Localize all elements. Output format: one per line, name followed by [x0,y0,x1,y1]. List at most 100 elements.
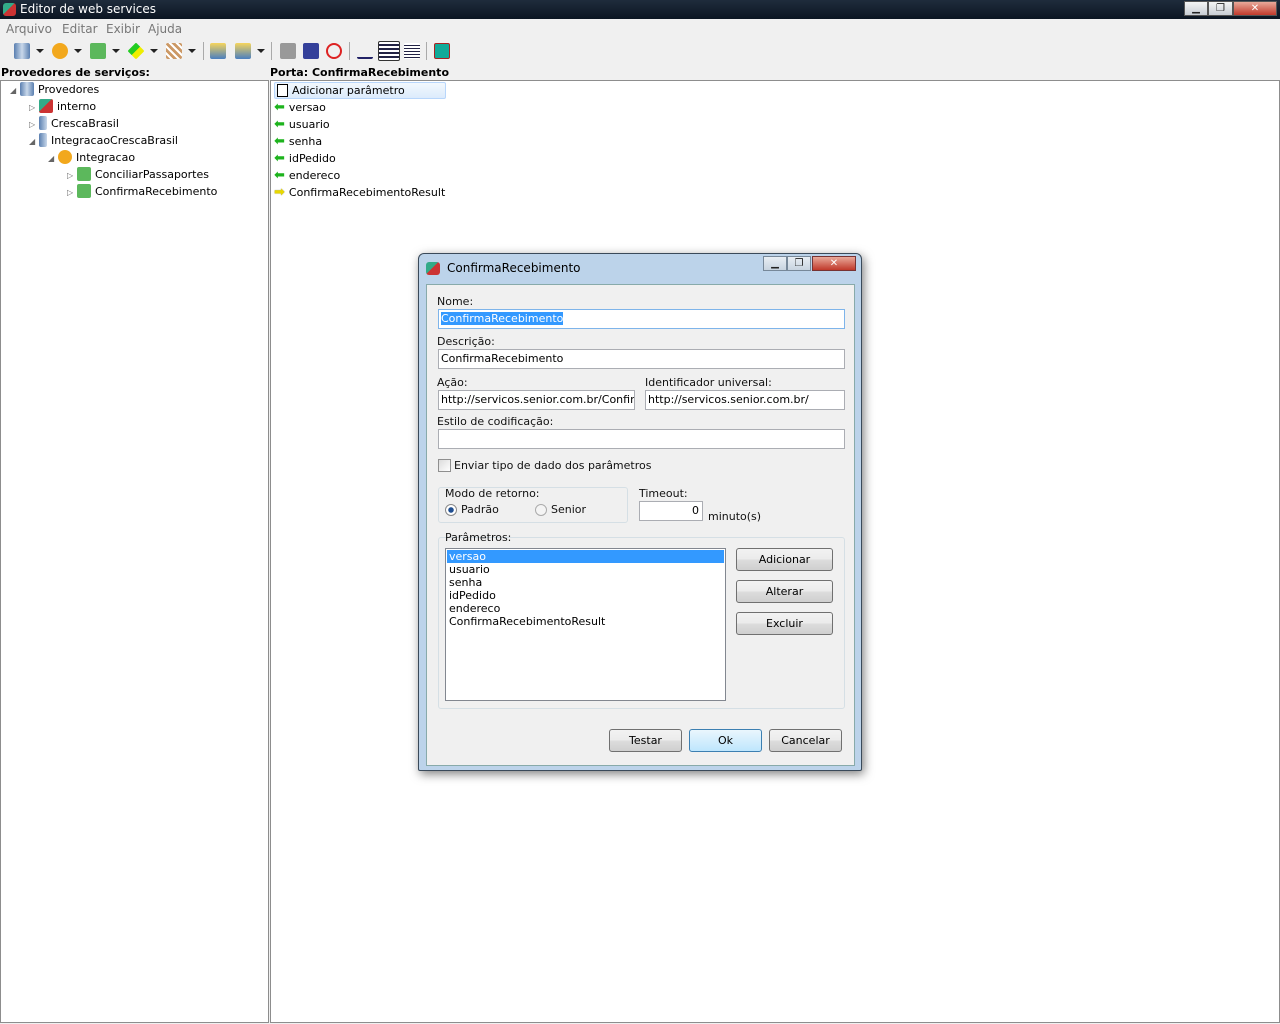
tree-item[interactable]: ◢ Provedores [1,82,268,99]
tree-label: Provedores [38,83,100,96]
testar-button[interactable]: Testar [609,729,682,752]
chevron-down-icon[interactable] [257,49,265,53]
excluir-button[interactable]: Excluir [736,612,833,635]
input-arrow-icon: ⬅ [274,100,285,115]
dialog-app-icon [426,262,440,275]
stop-icon[interactable] [280,43,296,59]
parameter-item[interactable]: ⬅ versao [274,99,1279,116]
acao-input[interactable]: http://servicos.senior.com.br/ConfirmaRe… [438,390,635,410]
providers-tree: ◢ Provedores ▷ interno ▷ CrescaBrasil ◢ Inte… [0,80,269,1023]
tree-label: CrescaBrasil [51,117,119,130]
uri-input[interactable]: http://servicos.senior.com.br/ [645,390,845,410]
dialog-maximize-button[interactable]: ❐ [787,256,811,271]
acao-label: Ação: [437,376,468,389]
list-item[interactable]: usuario [447,563,724,576]
details-view-button[interactable] [404,43,420,59]
schema-icon[interactable] [166,43,182,59]
ok-button[interactable]: Ok [689,729,762,752]
chevron-down-icon[interactable] [150,49,158,53]
output-arrow-icon: ➡ [274,185,285,200]
list-item[interactable]: senha [447,576,724,589]
parameter-label: senha [288,135,323,148]
uri-label: Identificador universal: [645,376,772,389]
list-item[interactable]: versao [447,550,724,563]
parameter-item[interactable]: ⬅ usuario [274,116,1279,133]
chevron-down-icon[interactable] [36,49,44,53]
tree-label: ConciliarPassaportes [95,168,209,181]
tree-item[interactable]: ▷ interno [1,99,268,116]
tree-item[interactable]: ◢ Integracao [1,150,268,167]
parameter-item[interactable]: ⬅ endereco [274,167,1279,184]
expanded-icon[interactable]: ◢ [29,134,39,150]
dialog-body: Nome: ConfirmaRecebimento Descrição: Con… [426,284,855,766]
menu-editar[interactable]: Editar [62,22,98,36]
dialog-minimize-button[interactable]: ▁ [763,256,787,271]
timeout-input[interactable]: 0 [639,501,703,521]
padrao-label[interactable]: Padrão [461,503,499,516]
parameter-item[interactable]: ⬅ senha [274,133,1279,150]
export-icon[interactable] [235,43,251,59]
app-icon [3,3,16,16]
tree-item[interactable]: ▷ ConfirmaRecebimento [1,184,268,201]
nome-value: ConfirmaRecebimento [441,312,564,325]
nome-label: Nome: [437,295,474,308]
estilo-input[interactable] [438,429,845,449]
menu-ajuda[interactable]: Ajuda [148,22,182,36]
restore-button[interactable]: ❐ [1208,1,1233,16]
list-item[interactable]: ConfirmaRecebimentoResult [447,615,724,628]
list-item[interactable]: idPedido [447,589,724,602]
senior-radio[interactable] [535,504,547,516]
collapsed-icon[interactable]: ▷ [29,117,39,133]
port-dialog: ConfirmaRecebimento ▁ ❐ ✕ Nome: Confirma… [418,253,862,771]
small-icons-view-button[interactable] [357,43,373,59]
parameter-label: idPedido [288,152,336,165]
expanded-icon[interactable]: ◢ [48,151,58,167]
provider-icon [39,99,53,113]
menu-arquivo[interactable]: Arquivo [6,22,52,36]
import-icon[interactable] [210,43,226,59]
close-button[interactable]: ✕ [1233,1,1277,16]
parameter-item[interactable]: ⬅ idPedido [274,150,1279,167]
tree-item[interactable]: ◢ IntegracaoCrescaBrasil [1,133,268,150]
tree-item[interactable]: ▷ CrescaBrasil [1,116,268,133]
parameter-label: versao [288,101,326,114]
port-icon[interactable] [90,43,106,59]
menu-exibir[interactable]: Exibir [106,22,140,36]
port-icon [77,167,91,181]
providers-icon[interactable] [14,43,30,59]
list-item[interactable]: endereco [447,602,724,615]
right-panel-header: Porta: ConfirmaRecebimento [270,66,450,79]
add-parameter-item[interactable]: Adicionar parâmetro [274,82,446,99]
parameter-label: ConfirmaRecebimentoResult [288,186,446,199]
new-document-icon [277,84,288,97]
undo-icon[interactable] [326,43,342,59]
senior-label[interactable]: Senior [551,503,586,516]
collapsed-icon[interactable]: ▷ [67,168,77,184]
toolbar [0,39,1280,64]
nome-input[interactable]: ConfirmaRecebimento [438,309,845,329]
enviar-label[interactable]: Enviar tipo de dado dos parâmetros [454,459,651,472]
minimize-button[interactable]: ▁ [1184,1,1208,16]
collapsed-icon[interactable]: ▷ [67,185,77,201]
service-icon[interactable] [52,43,68,59]
tree-label: IntegracaoCrescaBrasil [51,134,178,147]
cancelar-button[interactable]: Cancelar [769,729,842,752]
chevron-down-icon[interactable] [112,49,120,53]
run-icon[interactable] [434,43,450,59]
chevron-down-icon[interactable] [188,49,196,53]
collapsed-icon[interactable]: ▷ [29,100,39,116]
alterar-button[interactable]: Alterar [736,580,833,603]
adicionar-button[interactable]: Adicionar [736,548,833,571]
dialog-close-button[interactable]: ✕ [812,256,856,271]
descricao-input[interactable]: ConfirmaRecebimento [438,349,845,369]
parameter-item[interactable]: ➡ ConfirmaRecebimentoResult [274,184,1279,201]
save-icon[interactable] [303,43,319,59]
chevron-down-icon[interactable] [74,49,82,53]
parameter-icon[interactable] [127,42,145,60]
tree-item[interactable]: ▷ ConciliarPassaportes [1,167,268,184]
parametros-listbox[interactable]: versao usuario senha idPedido endereco C… [445,548,726,701]
enviar-checkbox[interactable] [438,459,451,472]
list-view-button[interactable] [378,41,400,61]
expanded-icon[interactable]: ◢ [10,83,20,99]
padrao-radio[interactable] [445,504,457,516]
